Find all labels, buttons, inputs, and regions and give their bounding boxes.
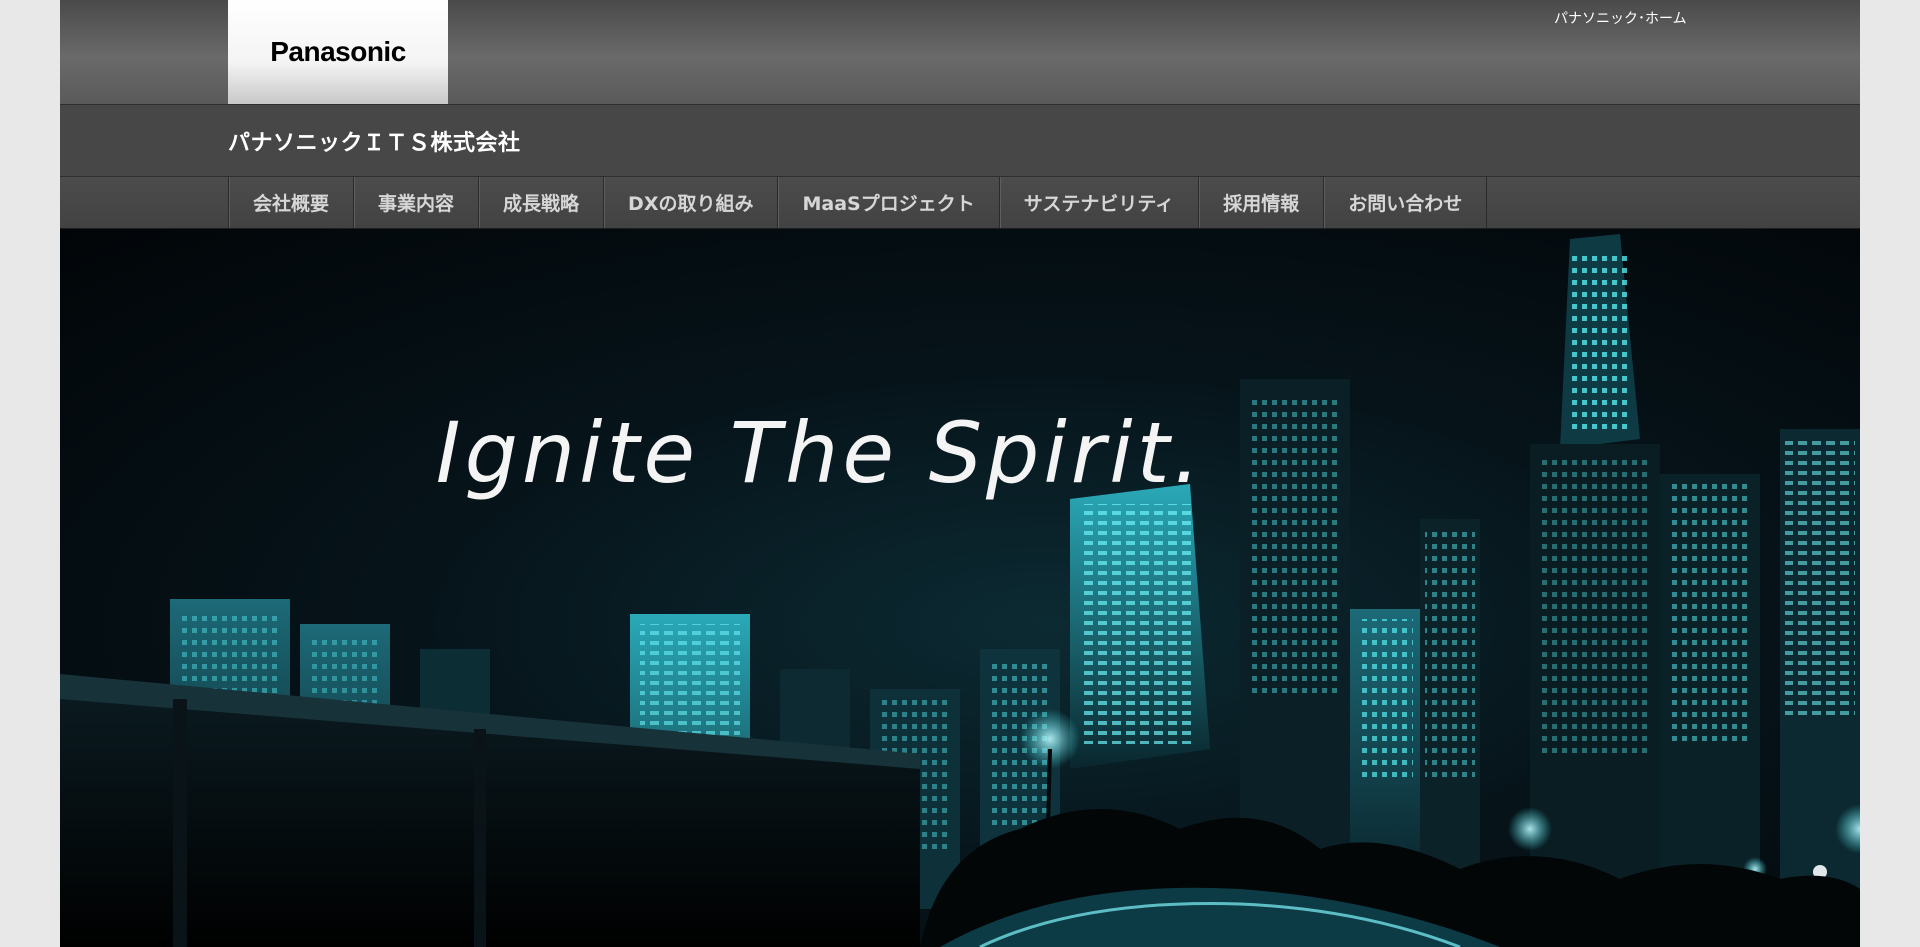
nav-item-contact[interactable]: お問い合わせ (1324, 177, 1488, 228)
nav-item-maas-project[interactable]: MaaSプロジェクト (778, 177, 1000, 228)
nav-item-recruit[interactable]: 採用情報 (1199, 177, 1325, 228)
nav-item-growth-strategy[interactable]: 成長戦略 (479, 177, 605, 228)
company-name[interactable]: パナソニックＩＴＳ株式会社 (228, 125, 521, 157)
company-band: パナソニックＩＴＳ株式会社 (60, 105, 1860, 177)
nav-item-business[interactable]: 事業内容 (354, 177, 480, 228)
nav-item-sustainability[interactable]: サステナビリティ (1000, 177, 1200, 228)
hero-tagline: Ignite The Spirit. (435, 404, 1205, 502)
logo-text: Panasonic (270, 36, 406, 67)
global-nav-bar: 会社概要 事業内容 成長戦略 DXの取り組み MaaSプロジェクト サステナビリ… (60, 177, 1860, 229)
nav-item-dx[interactable]: DXの取り組み (604, 177, 779, 228)
hero-banner[interactable]: Ignite The Spirit. (60, 229, 1860, 947)
top-header-bar: Panasonic パナソニック･ホーム (60, 0, 1860, 105)
panasonic-home-link[interactable]: パナソニック･ホーム (1554, 8, 1687, 28)
hero-cityscape-image (60, 234, 1860, 947)
nav-item-company-profile[interactable]: 会社概要 (229, 177, 355, 228)
global-nav: 会社概要 事業内容 成長戦略 DXの取り組み MaaSプロジェクト サステナビリ… (228, 177, 1488, 228)
panasonic-logo[interactable]: Panasonic (228, 0, 448, 104)
page-container: Panasonic パナソニック･ホーム パナソニックＩＴＳ株式会社 会社概要 … (60, 0, 1860, 947)
